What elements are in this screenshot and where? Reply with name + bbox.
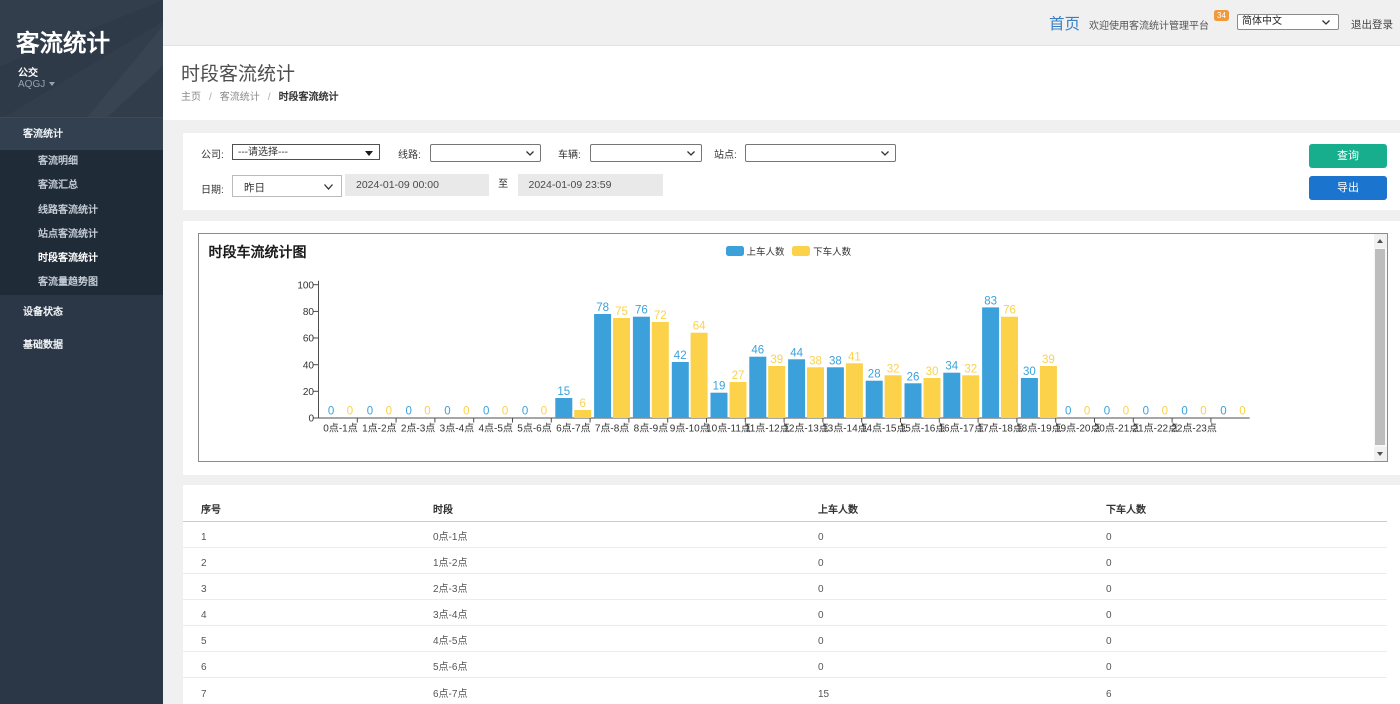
svg-text:32: 32 [886,363,899,375]
svg-text:76: 76 [635,304,648,316]
svg-text:0: 0 [1239,405,1245,417]
svg-text:34: 34 [945,360,958,372]
svg-text:0: 0 [346,405,352,417]
svg-text:72: 72 [653,310,666,322]
svg-text:0: 0 [1161,405,1167,417]
svg-text:0: 0 [1122,405,1128,417]
svg-text:0: 0 [1064,405,1070,417]
svg-text:80: 80 [302,307,314,318]
svg-text:76: 76 [1003,304,1016,316]
svg-text:0: 0 [1200,405,1206,417]
svg-text:0: 0 [1103,405,1109,417]
svg-text:30: 30 [925,366,938,378]
svg-text:0: 0 [327,405,333,417]
svg-text:40: 40 [302,360,314,371]
svg-text:0: 0 [1220,405,1226,417]
svg-text:44: 44 [790,347,803,359]
svg-text:32: 32 [964,363,977,375]
svg-text:0: 0 [405,405,411,417]
svg-text:0: 0 [444,405,450,417]
svg-text:26: 26 [906,371,919,383]
svg-text:0: 0 [1142,405,1148,417]
svg-text:0: 0 [482,405,488,417]
svg-text:2点-3点: 2点-3点 [400,422,434,434]
svg-text:5点-6点: 5点-6点 [517,422,551,434]
svg-text:28: 28 [867,368,880,380]
svg-text:6: 6 [579,398,585,410]
svg-text:0: 0 [463,405,469,417]
svg-text:0点-1点: 0点-1点 [323,422,357,434]
svg-text:64: 64 [692,320,705,332]
svg-text:19: 19 [712,380,725,392]
svg-text:38: 38 [809,355,822,367]
svg-text:60: 60 [302,333,314,344]
svg-text:46: 46 [751,344,764,356]
svg-text:0: 0 [1181,405,1187,417]
svg-text:4点-5点: 4点-5点 [478,422,512,434]
svg-text:0: 0 [385,405,391,417]
svg-text:39: 39 [1042,354,1055,366]
svg-text:0: 0 [424,405,430,417]
svg-text:8点-9点: 8点-9点 [633,422,667,434]
svg-text:75: 75 [615,306,628,318]
svg-text:1点-2点: 1点-2点 [362,422,396,434]
svg-text:42: 42 [673,350,686,362]
svg-text:0: 0 [501,405,507,417]
svg-text:3点-4点: 3点-4点 [439,422,473,434]
svg-text:38: 38 [829,355,842,367]
svg-text:78: 78 [596,302,609,314]
svg-text:30: 30 [1023,366,1036,378]
svg-text:0: 0 [540,405,546,417]
svg-text:41: 41 [848,351,861,363]
svg-text:9点-10点: 9点-10点 [669,422,709,434]
svg-text:0: 0 [366,405,372,417]
svg-text:100: 100 [297,280,314,291]
svg-text:15: 15 [557,386,570,398]
svg-text:7点-8点: 7点-8点 [594,422,628,434]
svg-text:39: 39 [770,354,783,366]
svg-text:83: 83 [984,295,997,307]
svg-text:0: 0 [308,413,314,424]
svg-text:0: 0 [521,405,527,417]
svg-text:27: 27 [731,370,744,382]
svg-text:6点-7点: 6点-7点 [556,422,590,434]
svg-text:0: 0 [1083,405,1089,417]
svg-text:22点-23点: 22点-23点 [1171,422,1217,434]
svg-text:20: 20 [302,386,314,397]
